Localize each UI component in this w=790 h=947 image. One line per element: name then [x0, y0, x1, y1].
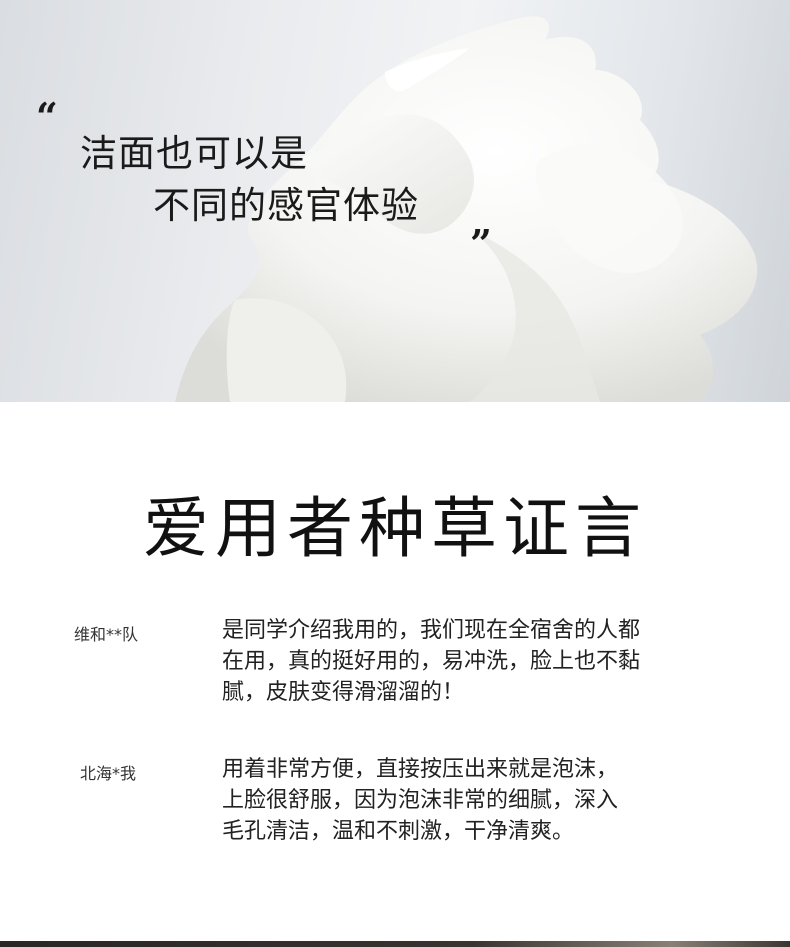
review-line: 是同学介绍我用的，我们现在全宿舍的人都 [222, 618, 641, 643]
review-line: 腻，皮肤变得滑溜溜的！ [222, 680, 465, 705]
reviewer-name: 维和**队 [74, 625, 139, 644]
reviewer-name: 北海*我 [80, 764, 137, 783]
bottom-image-edge [0, 941, 790, 947]
section-title: 爱用者种草证言 [143, 490, 647, 567]
hero-headline-line-1: 洁面也可以是 [80, 132, 308, 175]
review-line: 在用，真的挺好用的，易冲洗，脸上也不黏 [222, 649, 641, 674]
open-quote-icon: “ [36, 94, 58, 139]
review-line: 上脸很舒服，因为泡沫非常的细腻，深入 [222, 788, 619, 813]
hero-banner: “ 洁面也可以是 不同的感官体验 ” [0, 0, 790, 402]
close-quote-icon: ” [470, 221, 492, 266]
review-text: 用着非常方便，直接按压出来就是泡沫， 上脸很舒服，因为泡沫非常的细腻，深入 毛孔… [222, 754, 722, 847]
review-line: 毛孔清洁，温和不刺激，干净清爽。 [222, 819, 575, 844]
review-text: 是同学介绍我用的，我们现在全宿舍的人都 在用，真的挺好用的，易冲洗，脸上也不黏 … [222, 615, 722, 708]
hero-headline-line-2: 不同的感官体验 [153, 184, 419, 227]
review-line: 用着非常方便，直接按压出来就是泡沫， [222, 757, 619, 782]
